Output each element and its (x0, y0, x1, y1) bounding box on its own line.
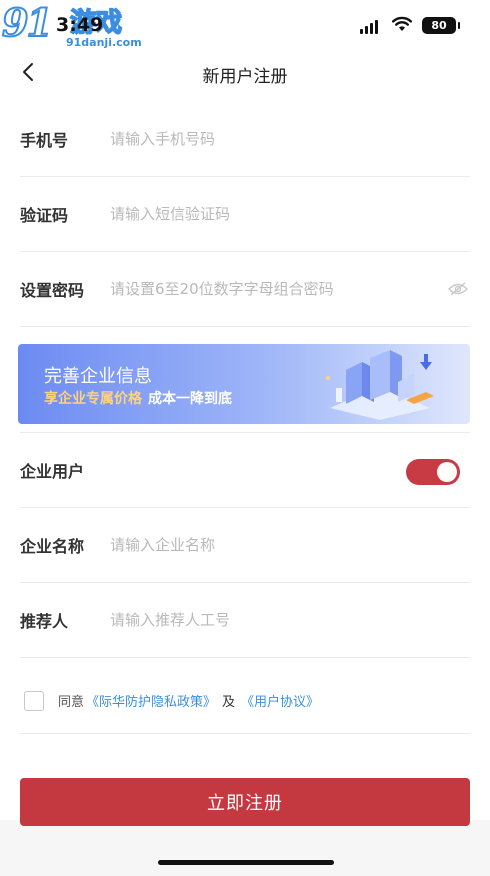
watermark-url: 91danji.com (66, 36, 142, 49)
isometric-illustration-icon (326, 350, 434, 420)
nav-bar: 新用户注册 (0, 50, 490, 94)
agreement-and: 及 (222, 695, 236, 710)
wifi-icon (392, 16, 412, 31)
agreement-checkbox[interactable] (24, 690, 44, 711)
referrer-row: 推荐人 (20, 583, 470, 658)
page-title: 新用户注册 (202, 67, 288, 87)
phone-row: 手机号 (20, 102, 470, 177)
phone-label: 手机号 (20, 131, 69, 150)
phone-input[interactable] (110, 130, 470, 148)
battery-icon: 80 (422, 17, 460, 34)
status-bar: 91 游戏 91danji.com 3:49 80 (0, 0, 490, 50)
user-agreement-link[interactable]: 《用户协议》 (241, 691, 319, 710)
company-label: 企业名称 (20, 537, 85, 556)
home-indicator (158, 860, 334, 865)
eye-hidden-icon[interactable] (448, 282, 468, 296)
code-row: 验证码 (20, 177, 470, 252)
enterprise-user-row: 企业用户 (20, 433, 470, 508)
banner-title: 完善企业信息 (44, 366, 152, 387)
enterprise-user-label: 企业用户 (20, 462, 85, 481)
register-button[interactable]: 立即注册 (20, 778, 470, 826)
toggle-knob (437, 462, 457, 482)
referrer-input[interactable] (110, 611, 470, 629)
banner-subtitle: 享企业专属价格 成本一降到底 (44, 388, 232, 408)
company-row: 企业名称 (20, 508, 470, 583)
company-input[interactable] (110, 536, 470, 554)
banner-rest: 成本一降到底 (148, 391, 232, 407)
cellular-signal-icon (360, 20, 380, 34)
watermark-number: 91 (1, 0, 54, 46)
referrer-label: 推荐人 (20, 612, 69, 631)
password-label: 设置密码 (20, 281, 85, 300)
enterprise-promo-banner[interactable]: 完善企业信息 享企业专属价格 成本一降到底 (18, 344, 470, 424)
privacy-policy-link[interactable]: 《际华防护隐私政策》 (86, 691, 216, 710)
code-label: 验证码 (20, 206, 69, 225)
agreement-prefix: 同意 (58, 695, 85, 710)
code-input[interactable] (110, 205, 470, 223)
footer-background (0, 820, 490, 876)
password-input[interactable] (110, 280, 448, 298)
battery-level: 80 (431, 19, 447, 32)
agreement-row: 同意 《际华防护隐私政策》 及 《用户协议》 (20, 668, 470, 734)
status-time: 3:49 (56, 14, 104, 36)
password-row: 设置密码 (20, 252, 470, 327)
banner-highlight: 享企业专属价格 (44, 391, 142, 407)
enterprise-user-toggle[interactable] (406, 459, 460, 485)
